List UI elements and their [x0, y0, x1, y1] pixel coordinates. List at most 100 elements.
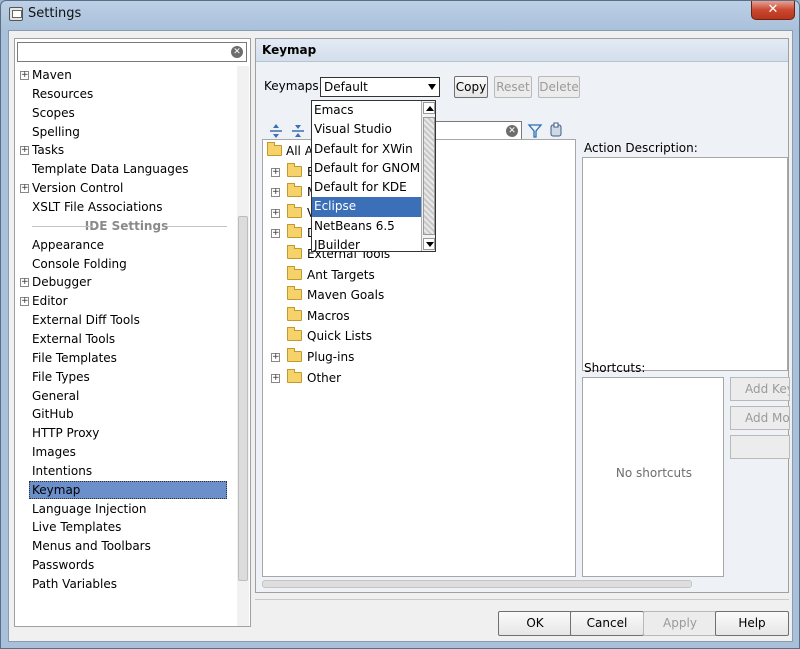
sidebar-item[interactable]: Keymap — [16, 480, 237, 500]
scroll-down-icon[interactable] — [423, 238, 435, 250]
expand-icon[interactable]: + — [20, 146, 29, 156]
keymap-option[interactable]: NetBeans 6.5 — [312, 217, 435, 236]
folder-icon — [287, 348, 302, 362]
window-title: Settings — [28, 6, 82, 21]
sidebar-item[interactable]: Appearance — [16, 236, 237, 255]
sidebar-item[interactable]: Live Templates — [16, 518, 237, 537]
sidebar-item[interactable]: Template Data Languages — [16, 160, 237, 179]
expand-icon[interactable]: + — [271, 353, 280, 362]
apply-button[interactable]: Apply — [643, 611, 717, 636]
remove-shortcut-button[interactable] — [730, 435, 790, 459]
expand-icon[interactable]: + — [271, 188, 280, 198]
sidebar-item-label: File Templates — [32, 350, 117, 365]
sidebar-item[interactable]: External Diff Tools — [16, 311, 237, 330]
sidebar-item-label: External Diff Tools — [32, 313, 140, 328]
sidebar-item[interactable]: Images — [16, 443, 237, 462]
folder-icon — [287, 245, 302, 259]
sidebar-item-label: Appearance — [32, 237, 105, 252]
app-icon — [9, 7, 23, 21]
keymap-option[interactable]: Eclipse — [312, 197, 435, 217]
tree-node[interactable]: Ant Targets — [267, 265, 567, 284]
tree-node[interactable]: Quick Lists — [267, 327, 567, 345]
horizontal-scrollbar[interactable] — [262, 580, 692, 588]
add-keyboard-shortcut-button[interactable]: Add Key — [730, 377, 790, 401]
expand-all-icon[interactable] — [268, 123, 284, 139]
sidebar-item[interactable]: + Version Control — [16, 179, 237, 198]
sidebar-item[interactable]: Scopes — [16, 104, 237, 123]
sidebar-item[interactable]: + Debugger — [16, 273, 237, 292]
title-bar[interactable]: Settings ✕ — [1, 1, 799, 29]
add-mouse-shortcut-button[interactable]: Add Mo — [730, 406, 790, 430]
cancel-button[interactable]: Cancel — [570, 611, 644, 636]
sidebar-item-label: Tasks — [32, 143, 65, 158]
expand-icon[interactable]: + — [20, 71, 29, 80]
sidebar-item[interactable]: GitHub — [16, 405, 237, 424]
clear-search-icon[interactable]: ✕ — [231, 46, 243, 58]
keymap-option[interactable]: Emacs — [312, 101, 435, 120]
settings-list-scrollbar[interactable] — [237, 66, 249, 626]
collapse-all-icon[interactable] — [290, 123, 306, 139]
action-filter-input[interactable]: ✕ — [434, 121, 522, 141]
sidebar-item[interactable]: + Tasks — [16, 141, 237, 160]
tree-node[interactable]: Maven Goals — [267, 286, 567, 304]
folder-icon — [287, 203, 302, 218]
sidebar-item[interactable]: Resources — [16, 85, 237, 104]
dropdown-scrollbar-thumb[interactable] — [423, 117, 435, 235]
folder-icon — [287, 265, 302, 280]
keymap-option[interactable]: JBuilder — [312, 236, 435, 255]
sidebar-item-label: Keymap — [29, 480, 227, 499]
filter-icon[interactable] — [527, 123, 543, 139]
close-button[interactable]: ✕ — [751, 1, 795, 20]
settings-list: + Maven Resources Scopes Spelling + Tasks Templ… — [16, 66, 237, 626]
tree-node[interactable]: + Other — [267, 368, 567, 387]
keymaps-dropdown-list[interactable]: Emacs Visual Studio Default for XWin Defaul… — [311, 100, 436, 252]
sidebar-item[interactable]: Language Injection — [16, 500, 237, 519]
sidebar-item[interactable]: Intentions — [16, 462, 237, 481]
keymap-option[interactable]: Visual Studio — [312, 120, 435, 139]
sidebar-item[interactable]: General — [16, 387, 237, 406]
dropdown-scrollbar[interactable] — [421, 101, 435, 251]
expand-icon[interactable]: + — [20, 278, 29, 288]
expand-icon[interactable]: + — [271, 167, 280, 177]
sidebar-item[interactable]: Console Folding — [16, 255, 237, 274]
find-by-shortcut-icon[interactable] — [548, 122, 564, 138]
chevron-down-icon — [428, 84, 436, 90]
scrollbar-thumb[interactable] — [238, 216, 248, 581]
sidebar-item[interactable]: Passwords — [16, 556, 237, 575]
ok-button[interactable]: OK — [498, 611, 572, 636]
copy-button[interactable]: Copy — [454, 76, 488, 98]
clear-filter-icon[interactable]: ✕ — [506, 125, 518, 137]
sidebar-item[interactable]: XSLT File Associations — [16, 198, 237, 217]
sidebar-item-label: Live Templates — [32, 520, 122, 535]
sidebar-item[interactable]: Spelling — [16, 123, 237, 142]
expand-icon[interactable]: + — [271, 373, 280, 383]
sidebar-item[interactable]: External Tools — [16, 330, 237, 349]
keymap-option[interactable]: Default for KDE — [312, 178, 435, 197]
sidebar-item[interactable]: + Maven — [16, 66, 237, 85]
tree-node[interactable]: Macros — [267, 306, 567, 325]
keymaps-combo[interactable]: Default — [320, 77, 440, 97]
expand-icon[interactable]: + — [20, 184, 29, 194]
tree-node[interactable]: + Plug-ins — [267, 348, 567, 366]
folder-icon — [267, 142, 282, 156]
sidebar-item[interactable]: File Templates — [16, 349, 237, 368]
expand-icon[interactable]: + — [271, 229, 280, 239]
sidebar-item[interactable]: Menus and Toolbars — [16, 537, 237, 556]
reset-button[interactable]: Reset — [494, 76, 532, 98]
expand-icon[interactable]: + — [20, 297, 29, 307]
sidebar-item-label: Intentions — [32, 463, 93, 478]
keymap-option[interactable]: Default for GNOME — [312, 159, 435, 178]
folder-icon — [287, 368, 302, 383]
delete-button[interactable]: Delete — [538, 76, 580, 98]
settings-search-input[interactable]: ✕ — [17, 42, 247, 62]
sidebar-item[interactable]: File Types — [16, 368, 237, 387]
sidebar-item[interactable]: + Editor — [16, 292, 237, 311]
keymap-option[interactable]: Default for XWin — [312, 140, 435, 159]
expand-icon[interactable]: + — [271, 208, 280, 218]
help-button[interactable]: Help — [715, 611, 789, 636]
scroll-up-icon[interactable] — [423, 102, 435, 114]
sidebar-item-label: Console Folding — [32, 256, 127, 271]
sidebar-item[interactable]: Path Variables — [16, 575, 237, 594]
folder-icon — [287, 224, 302, 239]
sidebar-item[interactable]: HTTP Proxy — [16, 424, 237, 443]
